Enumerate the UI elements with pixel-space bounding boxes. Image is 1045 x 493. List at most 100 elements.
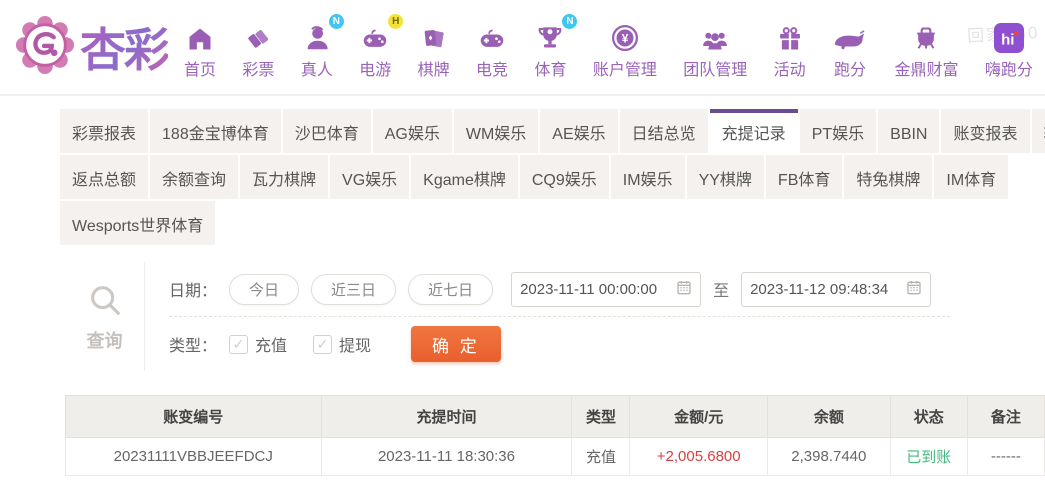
range-today-button[interactable]: 今日 — [229, 274, 299, 305]
ding-vessel-icon — [911, 21, 941, 53]
tab-kgame[interactable]: Kgame棋牌 — [411, 155, 518, 199]
hot-badge: H — [388, 14, 403, 29]
tab-balance-query[interactable]: 余额查询 — [150, 155, 238, 199]
date-to-box — [741, 272, 931, 307]
gift-icon — [776, 21, 804, 53]
nav-items: 首页 彩票 N 真人 H 电游 棋牌 — [182, 15, 1035, 80]
query-block: 查询 — [65, 262, 145, 371]
col-header-balance: 余额 — [767, 396, 890, 438]
report-tabs: 彩票报表 188金宝博体育 沙巴体育 AG娱乐 WM娱乐 AE娱乐 日结总览 充… — [60, 109, 1045, 245]
nav-label: 彩票 — [242, 56, 274, 80]
nav-hi-paofen[interactable]: hi 嗨跑分 — [985, 21, 1033, 80]
nav-label: 团队管理 — [683, 56, 747, 80]
records-table-wrap: 账变编号 充提时间 类型 金额/元 余额 状态 备注 20231111VBBJE… — [65, 395, 1045, 476]
nav-team-management[interactable]: 团队管理 — [683, 21, 747, 80]
brand-name: 杏彩 — [80, 14, 168, 80]
nav-lottery[interactable]: 彩票 — [242, 21, 274, 80]
brand-logo[interactable]: 杏彩 — [14, 14, 168, 81]
tab-wesports[interactable]: Wesports世界体育 — [60, 201, 215, 245]
checkbox-withdraw[interactable]: ✓ 提现 — [313, 332, 371, 356]
col-header-time: 充提时间 — [321, 396, 572, 438]
nav-label: 嗨跑分 — [985, 56, 1033, 80]
nav-paofen[interactable]: 跑分 — [832, 21, 868, 80]
tab-rebate-total[interactable]: 返点总额 — [60, 155, 148, 199]
nav-sports[interactable]: N 体育 — [534, 21, 566, 80]
nav-label: 电游 — [359, 56, 391, 80]
tab-yy[interactable]: YY棋牌 — [687, 155, 764, 199]
cell-amount: +2,005.6800 — [630, 438, 768, 476]
cell-status: 已到账 — [890, 438, 967, 476]
tab-tetu[interactable]: 特兔棋牌 — [844, 155, 932, 199]
tab-saba-sports[interactable]: 沙巴体育 — [283, 109, 371, 153]
nav-egames[interactable]: H 电游 — [359, 21, 391, 80]
col-header-amount: 金额/元 — [630, 396, 768, 438]
new-badge: N — [329, 14, 344, 29]
records-table: 账变编号 充提时间 类型 金额/元 余额 状态 备注 20231111VBBJE… — [65, 395, 1045, 476]
tab-pt[interactable]: PT娱乐 — [800, 109, 876, 153]
esports-gamepad-icon — [476, 21, 508, 53]
new-badge: N — [562, 14, 577, 29]
tab-daily-summary[interactable]: 日结总览 — [620, 109, 708, 153]
confirm-button[interactable]: 确 定 — [411, 326, 501, 362]
tab-row-2: 返点总额 余额查询 瓦力棋牌 VG娱乐 Kgame棋牌 CQ9娱乐 IM娱乐 Y… — [60, 155, 1045, 199]
team-people-icon — [699, 21, 731, 53]
tab-ag[interactable]: AG娱乐 — [373, 109, 452, 153]
range-3days-button[interactable]: 近三日 — [311, 274, 396, 305]
tab-transfer-report[interactable]: 转账报表 — [1032, 109, 1045, 153]
checkbox-icon: ✓ — [313, 335, 332, 354]
checkbox-recharge-label: 充值 — [255, 332, 287, 356]
checkbox-icon: ✓ — [229, 335, 248, 354]
tab-wm[interactable]: WM娱乐 — [454, 109, 538, 153]
tab-im-sports[interactable]: IM体育 — [934, 155, 1008, 199]
tab-fb-sports[interactable]: FB体育 — [766, 155, 842, 199]
calendar-icon[interactable] — [906, 279, 922, 300]
date-from-input[interactable] — [520, 281, 672, 298]
tab-account-change-report[interactable]: 账变报表 — [941, 109, 1029, 153]
checkbox-withdraw-label: 提现 — [339, 332, 371, 356]
rhino-icon — [832, 21, 868, 53]
nav-boardgames[interactable]: 棋牌 — [418, 21, 450, 80]
nav-account-management[interactable]: ¥ 账户管理 — [593, 21, 657, 80]
tab-im-games[interactable]: IM娱乐 — [611, 155, 685, 199]
col-header-remark: 备注 — [967, 396, 1044, 438]
filter-body: 日期： 今日 近三日 近七日 至 类型： ✓ — [145, 262, 1045, 371]
date-to-input[interactable] — [750, 281, 902, 298]
trophy-icon: N — [535, 21, 565, 53]
lotus-emblem-icon — [14, 14, 76, 81]
calendar-icon[interactable] — [676, 279, 692, 300]
nav-activities[interactable]: 活动 — [774, 21, 806, 80]
svg-text:hi: hi — [1001, 31, 1014, 48]
nav-label: 金鼎财富 — [894, 56, 958, 80]
nav-esports[interactable]: 电竞 — [476, 21, 508, 80]
tab-wali[interactable]: 瓦力棋牌 — [240, 155, 328, 199]
tab-recharge-withdraw-records[interactable]: 充提记录 — [710, 109, 798, 153]
date-label: 日期： — [169, 277, 217, 301]
svg-text:¥: ¥ — [622, 31, 629, 45]
table-row: 20231111VBBJEEFDCJ 2023-11-11 18:30:36 充… — [66, 438, 1045, 476]
nav-label: 电竞 — [476, 56, 508, 80]
nav-live[interactable]: N 真人 — [301, 21, 333, 80]
tab-lottery-report[interactable]: 彩票报表 — [60, 109, 148, 153]
col-header-type: 类型 — [572, 396, 630, 438]
type-filter-row: 类型： ✓ 充值 ✓ 提现 确 定 — [169, 317, 1045, 371]
col-header-account-change-id: 账变编号 — [66, 396, 322, 438]
nav-label: 首页 — [184, 56, 216, 80]
tab-cq9[interactable]: CQ9娱乐 — [520, 155, 609, 199]
tab-bbin[interactable]: BBIN — [878, 109, 939, 153]
tab-188-sports[interactable]: 188金宝博体育 — [150, 109, 281, 153]
nav-home[interactable]: 首页 — [184, 21, 216, 80]
checkbox-recharge[interactable]: ✓ 充值 — [229, 332, 287, 356]
top-nav: 回家150 杏彩 首页 — [0, 0, 1045, 96]
tab-ae[interactable]: AE娱乐 — [540, 109, 617, 153]
home-icon — [185, 21, 215, 53]
query-label: 查询 — [87, 327, 123, 353]
nav-label: 真人 — [301, 56, 333, 80]
nav-label: 跑分 — [834, 56, 866, 80]
tab-row-1: 彩票报表 188金宝博体育 沙巴体育 AG娱乐 WM娱乐 AE娱乐 日结总览 充… — [60, 109, 1045, 153]
gamepad-icon: H — [359, 21, 391, 53]
nav-jinding-wealth[interactable]: 金鼎财富 — [894, 21, 958, 80]
cell-type: 充值 — [572, 438, 630, 476]
range-7days-button[interactable]: 近七日 — [408, 274, 493, 305]
playing-cards-icon — [421, 21, 447, 53]
tab-vg[interactable]: VG娱乐 — [330, 155, 409, 199]
